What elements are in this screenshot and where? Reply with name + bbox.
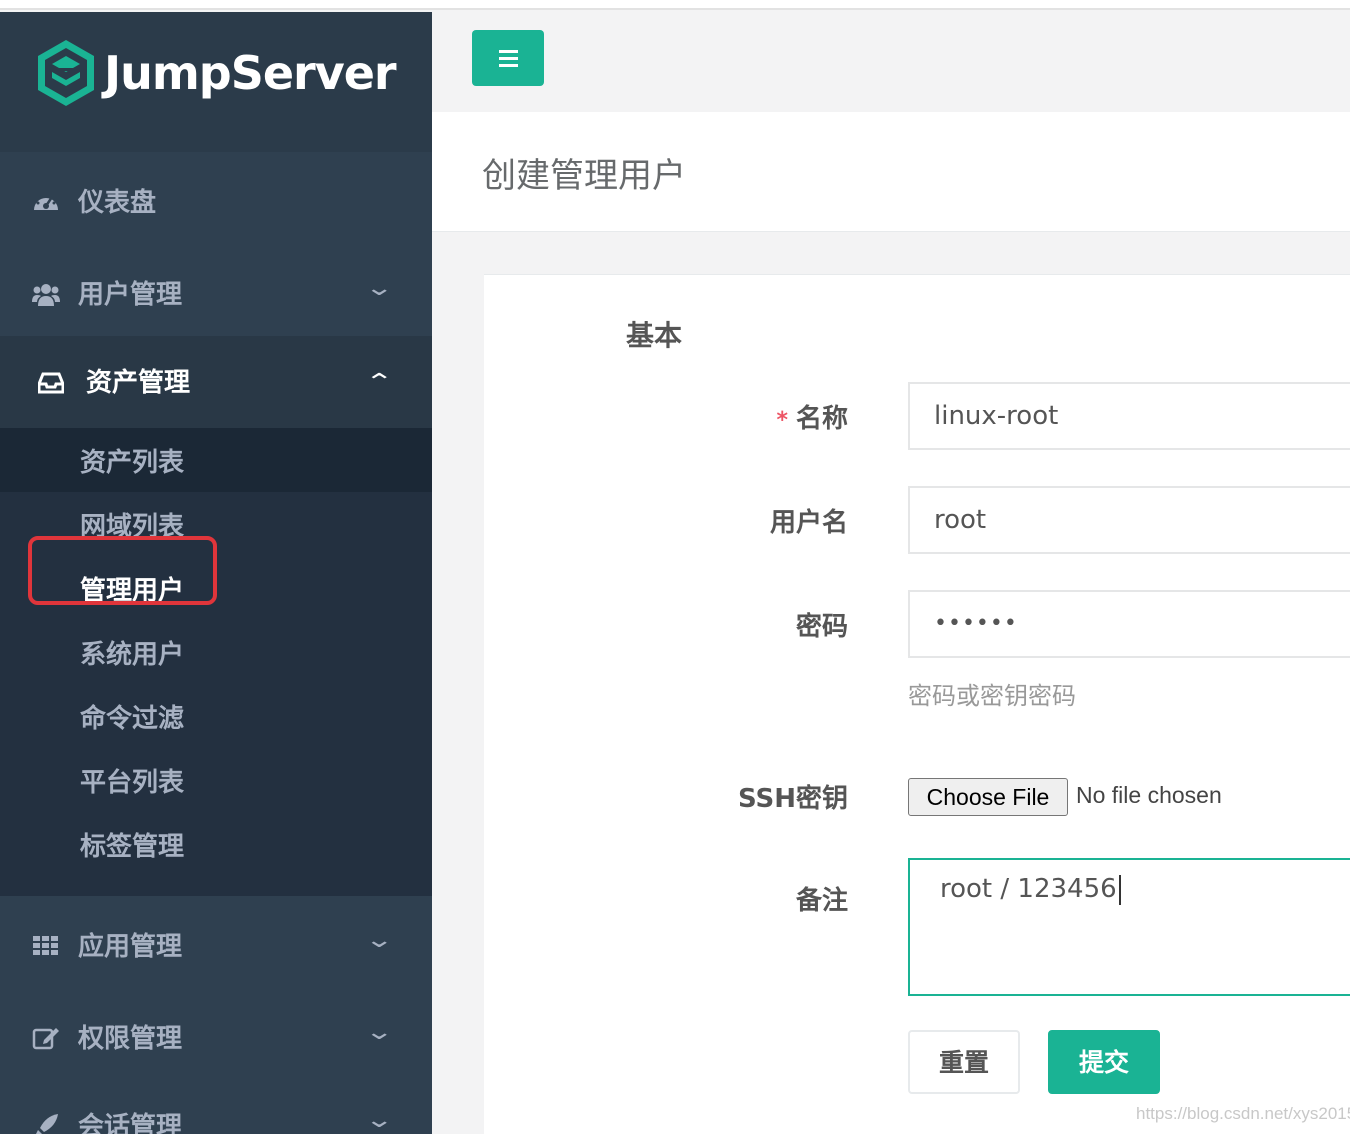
sidebar-subitem-label: 平台列表 (80, 768, 185, 798)
name-label-text: 名称 (795, 404, 848, 434)
page-heading: 创建管理用户 (432, 112, 1350, 232)
inbox-icon (38, 372, 64, 394)
submit-button[interactable]: 提交 (1048, 1030, 1160, 1094)
sidebar-item-label: 用户管理 (78, 280, 183, 310)
sidebar-item-dashboard[interactable]: 仪表盘 (0, 156, 432, 248)
required-mark: * (776, 408, 788, 433)
chevron-down-icon: ⌄ (364, 1020, 394, 1045)
chevron-down-icon: ⌄ (364, 1108, 394, 1133)
section-title: 基本 (626, 319, 683, 352)
chevron-up-icon: ⌃ (364, 370, 394, 395)
dashboard-icon (34, 195, 58, 210)
choose-file-button[interactable]: Choose File (908, 778, 1068, 816)
highlight-annotation-box (28, 536, 217, 605)
sidebar-item-applications[interactable]: 应用管理 ⌄ (0, 900, 432, 992)
password-help-text: 密码或密钥密码 (908, 682, 1076, 710)
users-icon (32, 284, 60, 306)
username-input[interactable]: root (908, 486, 1350, 554)
menu-toggle-button[interactable] (472, 30, 544, 86)
top-border (0, 0, 1350, 10)
page-title: 创建管理用户 (482, 156, 686, 196)
sidebar-item-label: 仪表盘 (78, 188, 157, 218)
sidebar-item-permissions[interactable]: 权限管理 ⌄ (0, 992, 432, 1084)
reset-button[interactable]: 重置 (908, 1030, 1020, 1094)
chevron-down-icon: ⌄ (364, 928, 394, 953)
sidebar-item-label: 应用管理 (78, 932, 183, 962)
text-caret (1118, 874, 1121, 905)
sidebar-subitem-label: 命令过滤 (80, 704, 185, 734)
password-input[interactable]: •••••• (908, 590, 1350, 658)
ssh-key-label: SSH密钥 (737, 784, 848, 814)
sidebar-subitem-label: 资产列表 (80, 448, 185, 478)
comment-textarea[interactable]: root / 123456 (908, 858, 1350, 996)
sidebar-subitem-system-users[interactable]: 系统用户 (0, 620, 432, 684)
hamburger-icon-line (499, 57, 518, 60)
rocket-icon (36, 1114, 58, 1134)
sidebar-item-label: 权限管理 (78, 1024, 183, 1054)
edit-icon (32, 1028, 59, 1050)
sidebar-subitem-label: 系统用户 (80, 640, 185, 670)
hamburger-icon (499, 50, 518, 53)
jumpserver-logo-icon (38, 40, 94, 106)
grid-icon (33, 936, 58, 955)
sidebar-item-users[interactable]: 用户管理 ⌄ (0, 248, 432, 340)
sidebar-subitem-label: 标签管理 (80, 832, 185, 862)
hamburger-icon-line (499, 64, 518, 67)
file-status-text: No file chosen (1076, 782, 1222, 808)
sidebar-subitem-label-management[interactable]: 标签管理 (0, 812, 432, 876)
sidebar-subitem-asset-list[interactable]: 资产列表 (0, 428, 432, 492)
comment-label: 备注 (795, 886, 848, 916)
username-label: 用户名 (769, 508, 848, 538)
chevron-down-icon: ⌄ (364, 276, 394, 301)
sidebar-subitem-command-filter[interactable]: 命令过滤 (0, 684, 432, 748)
sidebar-item-assets[interactable]: 资产管理 ⌃ (0, 336, 432, 428)
name-input[interactable]: linux-root (908, 382, 1350, 450)
password-label: 密码 (795, 612, 848, 642)
name-label: * 名称 (608, 398, 848, 435)
sidebar-subitem-platform-list[interactable]: 平台列表 (0, 748, 432, 812)
sidebar-item-label: 资产管理 (86, 368, 191, 398)
watermark: https://blog.csdn.net/xys2015 (1136, 1104, 1350, 1123)
top-navbar (432, 12, 1350, 112)
logo-area: JumpServer (0, 12, 432, 152)
logo-text: JumpServer (104, 46, 397, 100)
comment-text: root / 123456 (940, 874, 1117, 904)
sidebar-item-label: 会话管理 (78, 1112, 183, 1134)
sidebar-item-sessions[interactable]: 会话管理 ⌄ (0, 1080, 432, 1134)
